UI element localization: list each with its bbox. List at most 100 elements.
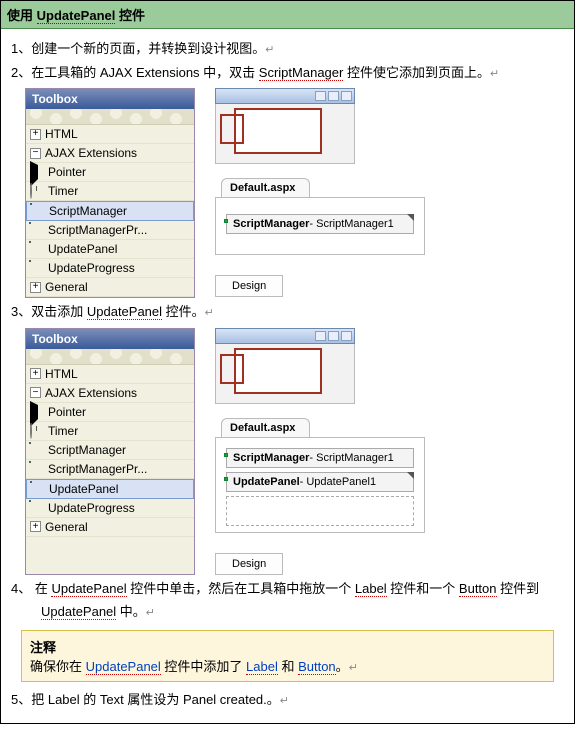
clock-icon xyxy=(30,184,44,198)
smarttag-arrow-icon[interactable] xyxy=(407,214,414,221)
updatepanel-content-area[interactable] xyxy=(226,496,414,526)
scriptmanager-control[interactable]: ScriptManager - ScriptManager1 xyxy=(226,214,414,234)
selection-rect-outer xyxy=(220,354,244,384)
step2-scriptmanager: ScriptManager xyxy=(259,65,344,81)
step4-num: 4、 xyxy=(11,581,31,596)
toolbox-item-updatepanel[interactable]: UpdatePanel xyxy=(26,479,194,499)
design-view-button[interactable]: Design xyxy=(215,553,283,575)
mini-window-titlebar xyxy=(215,88,355,104)
smarttag-icon xyxy=(224,477,228,481)
toolbox-item-scriptmanagerproxy[interactable]: ScriptManagerPr... xyxy=(26,221,194,240)
toolbox-item-updateprogress[interactable]: UpdateProgress xyxy=(26,499,194,518)
pointer-icon xyxy=(30,165,44,179)
step4-updatepanel: UpdatePanel xyxy=(51,581,126,597)
note-label: Label xyxy=(246,659,278,675)
maximize-icon[interactable] xyxy=(328,91,339,101)
note-button: Button xyxy=(298,659,336,675)
header-en: UpdatePanel xyxy=(37,8,116,24)
figure-row-2: Toolbox + HTML − AJAX Extensions Pointer… xyxy=(25,328,564,575)
step-4: 4、 在 UpdatePanel 控件中单击，然后在工具箱中拖放一个 Label… xyxy=(11,579,564,599)
step1-text: 创建一个新的页面，并转换到设计视图。 xyxy=(31,41,265,56)
minimize-icon[interactable] xyxy=(315,331,326,341)
return-icon: ↵ xyxy=(265,44,274,56)
return-icon: ↵ xyxy=(490,68,499,80)
toolbox-item-timer[interactable]: Timer xyxy=(26,182,194,201)
tb-up-label: UpdatePanel xyxy=(48,242,117,256)
toolbox-decoration xyxy=(26,109,194,125)
designer-tab[interactable]: Default.aspx xyxy=(221,178,310,197)
toolbox-item-timer[interactable]: Timer xyxy=(26,422,194,441)
mini-window-body xyxy=(215,104,355,164)
step4-t2: 控件中单击，然后在工具箱中拖放一个 xyxy=(127,581,355,596)
step-2: 2、在工具箱的 AJAX Extensions 中，双击 ScriptManag… xyxy=(11,63,564,83)
design-view-button[interactable]: Design xyxy=(215,275,283,297)
tb-html-label: HTML xyxy=(45,127,78,141)
tb-ajax-label: AJAX Extensions xyxy=(45,146,137,160)
step-1: 1、创建一个新的页面，并转换到设计视图。↵ xyxy=(11,39,564,59)
tb-smp-label: ScriptManagerPr... xyxy=(48,223,147,237)
gear-icon xyxy=(30,443,44,457)
designer-area-2: Default.aspx ScriptManager - ScriptManag… xyxy=(215,418,425,575)
toolbox-item-general[interactable]: + General xyxy=(26,518,194,537)
toolbox-item-html[interactable]: + HTML xyxy=(26,125,194,144)
selection-rect-inner xyxy=(234,108,322,154)
up-bold: UpdatePanel xyxy=(233,476,300,488)
sm-bold: ScriptManager xyxy=(233,218,309,230)
mini-window-2 xyxy=(215,328,355,404)
sm-bold: ScriptManager xyxy=(233,452,309,464)
sm-rest: - ScriptManager1 xyxy=(309,218,393,230)
gear-icon xyxy=(30,501,44,515)
minimize-icon[interactable] xyxy=(315,91,326,101)
step3-num: 3、 xyxy=(11,304,31,319)
gear-icon xyxy=(31,204,45,218)
toolbox-title: Toolbox xyxy=(26,329,194,349)
close-icon[interactable] xyxy=(341,331,352,341)
figure-right-col-2: Default.aspx ScriptManager - ScriptManag… xyxy=(215,328,425,575)
step5-num: 5、 xyxy=(11,692,31,707)
toolbox-panel-1: Toolbox + HTML − AJAX Extensions Pointer… xyxy=(25,88,195,298)
toolbox-item-html[interactable]: + HTML xyxy=(26,365,194,384)
up-rest: - UpdatePanel1 xyxy=(300,476,376,488)
tb-timer-label: Timer xyxy=(48,424,78,438)
maximize-icon[interactable] xyxy=(328,331,339,341)
note-box: 注释 确保你在 UpdatePanel 控件中添加了 Label 和 Butto… xyxy=(21,630,554,682)
tb-up-label: UpdatePanel xyxy=(49,482,118,496)
designer-body: ScriptManager - ScriptManager1 xyxy=(215,197,425,255)
gear-icon xyxy=(31,482,45,496)
toolbox-item-general[interactable]: + General xyxy=(26,278,194,297)
toolbox-item-scriptmanager[interactable]: ScriptManager xyxy=(26,441,194,460)
step4-button: Button xyxy=(459,581,497,597)
toolbox-item-ajax[interactable]: − AJAX Extensions xyxy=(26,384,194,403)
toolbox-item-ajax[interactable]: − AJAX Extensions xyxy=(26,144,194,163)
toolbox-item-updateprogress[interactable]: UpdateProgress xyxy=(26,259,194,278)
note-updatepanel: UpdatePanel xyxy=(86,659,161,675)
scriptmanager-control[interactable]: ScriptManager - ScriptManager1 xyxy=(226,448,414,468)
step3-t1: 双击添加 xyxy=(31,304,87,319)
step-5: 5、把 Label 的 Text 属性设为 Panel created.。↵ xyxy=(11,690,564,710)
toolbox-item-updatepanel[interactable]: UpdatePanel xyxy=(26,240,194,259)
plus-icon: + xyxy=(30,129,41,140)
designer-tab-label: Default.aspx xyxy=(230,422,295,434)
step-3: 3、双击添加 UpdatePanel 控件。↵ xyxy=(11,302,564,322)
designer-area-1: Default.aspx ScriptManager - ScriptManag… xyxy=(215,178,425,297)
tb-html-label: HTML xyxy=(45,367,78,381)
header-cn1: 使用 xyxy=(7,8,37,23)
tb-ajax-label: AJAX Extensions xyxy=(45,386,137,400)
step2-num: 2、 xyxy=(11,65,31,80)
gear-icon xyxy=(30,261,44,275)
toolbox-item-pointer[interactable]: Pointer xyxy=(26,403,194,422)
tb-pointer-label: Pointer xyxy=(48,165,86,179)
designer-tab[interactable]: Default.aspx xyxy=(221,418,310,437)
toolbox-item-pointer[interactable]: Pointer xyxy=(26,163,194,182)
plus-icon: + xyxy=(30,368,41,379)
close-icon[interactable] xyxy=(341,91,352,101)
tb-pointer-label: Pointer xyxy=(48,405,86,419)
minus-icon: − xyxy=(30,387,41,398)
toolbox-item-scriptmanager[interactable]: ScriptManager xyxy=(26,201,194,221)
step4-label: Label xyxy=(355,581,387,597)
note-t4: 。 xyxy=(336,659,349,674)
toolbox-item-scriptmanagerproxy[interactable]: ScriptManagerPr... xyxy=(26,460,194,479)
smarttag-arrow-icon[interactable] xyxy=(407,472,414,479)
step2-t2: 控件使它添加到页面上。 xyxy=(343,65,490,80)
updatepanel-control[interactable]: UpdatePanel - UpdatePanel1 xyxy=(226,472,414,492)
